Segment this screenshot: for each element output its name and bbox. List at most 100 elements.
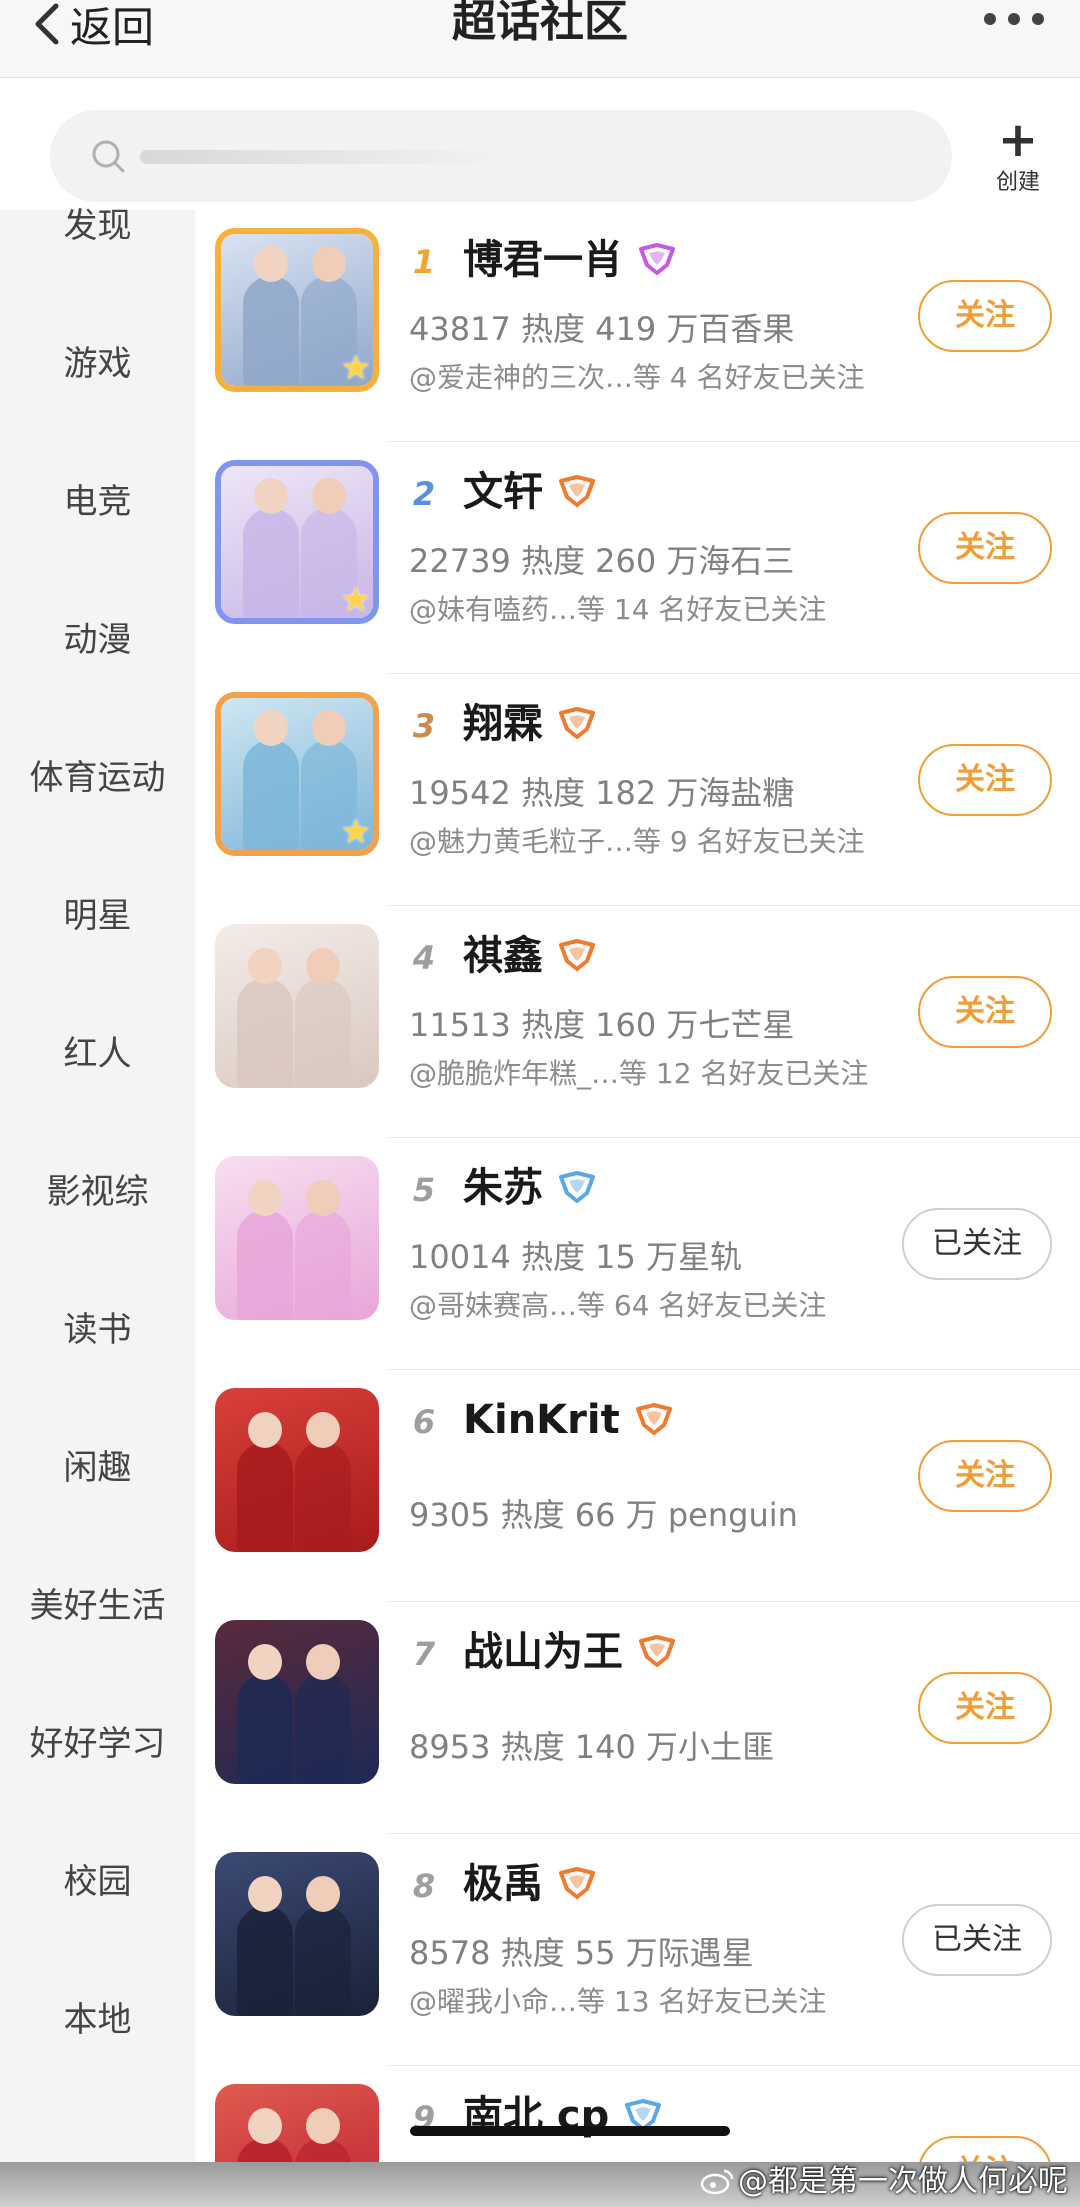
rank-number: 6 xyxy=(412,1403,436,1441)
followed-button[interactable]: 已关注 xyxy=(902,1208,1052,1280)
avatar-figure-head xyxy=(306,2108,340,2144)
search-icon xyxy=(92,140,125,173)
category-item[interactable]: 影视综 xyxy=(0,1152,195,1232)
avatar-figure xyxy=(295,1906,351,2016)
watermark: @都是第一次做人何必呢 xyxy=(700,2156,1068,2200)
community-avatar[interactable]: ★ xyxy=(215,692,379,856)
star-icon: ★ xyxy=(340,812,371,852)
community-row[interactable]: ★ 2 文轩 22739 热度 260 万海石三 @妹有嗑药…等 14 名好友已… xyxy=(195,442,1080,674)
friends-followed: @爱走神的三次…等 4 名好友已关注 xyxy=(409,361,865,394)
friends-followed: @哥妹赛高…等 64 名好友已关注 xyxy=(409,1289,827,1322)
level-badge-icon xyxy=(559,475,595,507)
page-title: 超话社区 xyxy=(452,0,628,47)
follow-button[interactable]: 关注 xyxy=(918,744,1052,816)
followed-button[interactable]: 已关注 xyxy=(902,1904,1052,1976)
follow-button[interactable]: 关注 xyxy=(918,1672,1052,1744)
follow-button[interactable]: 关注 xyxy=(918,280,1052,352)
category-item[interactable]: 好好学习 xyxy=(0,1704,195,1784)
follow-button[interactable]: 关注 xyxy=(918,976,1052,1048)
rank-number: 2 xyxy=(412,475,436,513)
rank-number: 3 xyxy=(412,707,436,745)
avatar-figure-head xyxy=(312,478,346,514)
avatar-figure-head xyxy=(312,246,346,282)
star-icon: ★ xyxy=(340,348,371,388)
heat-stats: 19542 热度 182 万海盐糖 xyxy=(409,774,795,812)
community-name-text: 文轩 xyxy=(463,469,543,515)
heat-stats: 8578 热度 55 万际遇星 xyxy=(409,1934,754,1972)
create-label: 创建 xyxy=(995,170,1040,195)
avatar-figure-head xyxy=(248,2108,282,2144)
avatar-figure-head xyxy=(248,1412,282,1448)
community-row[interactable]: 8 极禹 8578 热度 55 万际遇星 @曜我小命…等 13 名好友已关注 已… xyxy=(195,1834,1080,2066)
category-item[interactable]: 体育运动 xyxy=(0,738,195,818)
avatar-figure-head xyxy=(248,948,282,984)
create-button[interactable]: + 创建 xyxy=(986,116,1050,200)
avatar-figure-head xyxy=(254,246,288,282)
community-row[interactable]: 5 朱苏 10014 热度 15 万星轨 @哥妹赛高…等 64 名好友已关注 已… xyxy=(195,1138,1080,1370)
home-indicator[interactable] xyxy=(410,2126,730,2136)
community-name[interactable]: KinKrit xyxy=(463,1392,674,1448)
community-avatar[interactable] xyxy=(215,1388,379,1552)
heat-stats: 11513 热度 160 万七芒星 xyxy=(409,1006,795,1044)
community-name[interactable]: 翔霖 xyxy=(463,696,597,752)
community-row[interactable]: ★ 1 博君一肖 43817 热度 419 万百香果 @爱走神的三次…等 4 名… xyxy=(195,210,1080,442)
community-name[interactable]: 博君一肖 xyxy=(463,232,677,288)
community-row[interactable]: ★ 3 翔霖 19542 热度 182 万海盐糖 @魅力黄毛粒子…等 9 名好友… xyxy=(195,674,1080,906)
avatar-figure-head xyxy=(248,1644,282,1680)
heat-stats: 22739 热度 260 万海石三 xyxy=(409,542,795,580)
level-badge-icon xyxy=(559,939,595,971)
category-item[interactable]: 动漫 xyxy=(0,600,195,680)
heat-stats: 8953 热度 140 万小土匪 xyxy=(409,1728,775,1766)
community-row[interactable]: 7 战山为王 8953 热度 140 万小土匪 关注 xyxy=(195,1602,1080,1834)
community-name[interactable]: 战山为王 xyxy=(463,1624,677,1680)
community-name-text: KinKrit xyxy=(463,1397,620,1443)
category-item[interactable]: 美好生活 xyxy=(0,1566,195,1646)
watermark-text: @都是第一次做人何必呢 xyxy=(738,2164,1068,2199)
category-item[interactable]: 读书 xyxy=(0,1290,195,1370)
search-input[interactable] xyxy=(140,132,900,180)
level-badge-icon xyxy=(639,1635,675,1667)
follow-button[interactable]: 关注 xyxy=(918,512,1052,584)
avatar-figure xyxy=(295,978,351,1088)
more-options-button[interactable] xyxy=(984,8,1044,30)
community-row[interactable]: 6 KinKrit 9305 热度 66 万 penguin 关注 xyxy=(195,1370,1080,1602)
rank-number: 5 xyxy=(412,1171,436,1209)
star-icon: ★ xyxy=(340,580,371,620)
friends-followed: @魅力黄毛粒子…等 9 名好友已关注 xyxy=(409,825,865,858)
community-avatar[interactable] xyxy=(215,1620,379,1784)
avatar-figure xyxy=(237,1442,293,1552)
community-avatar[interactable] xyxy=(215,1852,379,2016)
community-avatar[interactable] xyxy=(215,1156,379,1320)
community-avatar[interactable]: ★ xyxy=(215,460,379,624)
community-name[interactable]: 朱苏 xyxy=(463,1160,597,1216)
avatar-figure xyxy=(243,276,299,386)
category-item[interactable]: 游戏 xyxy=(0,324,195,404)
avatar-figure-head xyxy=(306,1412,340,1448)
rank-number: 7 xyxy=(412,1635,436,1673)
category-item[interactable]: 电竞 xyxy=(0,462,195,542)
community-name[interactable]: 极禹 xyxy=(463,1856,597,1912)
category-item[interactable]: 明星 xyxy=(0,876,195,956)
avatar-figure-head xyxy=(306,1644,340,1680)
category-item[interactable]: 红人 xyxy=(0,1014,195,1094)
category-item[interactable]: 发现 xyxy=(0,186,195,266)
community-name[interactable]: 祺鑫 xyxy=(463,928,597,984)
heat-stats: 9305 热度 66 万 penguin xyxy=(409,1496,798,1534)
heat-stats: 43817 热度 419 万百香果 xyxy=(409,310,795,348)
community-avatar[interactable]: ★ xyxy=(215,228,379,392)
category-item[interactable]: 校园 xyxy=(0,1842,195,1922)
category-item[interactable]: 闲趣 xyxy=(0,1428,195,1508)
community-row[interactable]: 4 祺鑫 11513 热度 160 万七芒星 @脆脆炸年糕_…等 12 名好友已… xyxy=(195,906,1080,1138)
community-avatar[interactable] xyxy=(215,924,379,1088)
avatar-figure xyxy=(243,740,299,850)
avatar-figure xyxy=(237,978,293,1088)
heat-stats: 10014 热度 15 万星轨 xyxy=(409,1238,743,1276)
community-name[interactable]: 文轩 xyxy=(463,464,597,520)
avatar-figure xyxy=(243,508,299,618)
avatar-figure xyxy=(237,1674,293,1784)
level-badge-icon xyxy=(559,1867,595,1899)
category-item[interactable]: 本地 xyxy=(0,1980,195,2060)
community-name-text: 博君一肖 xyxy=(463,237,623,283)
follow-button[interactable]: 关注 xyxy=(918,1440,1052,1512)
rank-number: 1 xyxy=(412,243,436,281)
